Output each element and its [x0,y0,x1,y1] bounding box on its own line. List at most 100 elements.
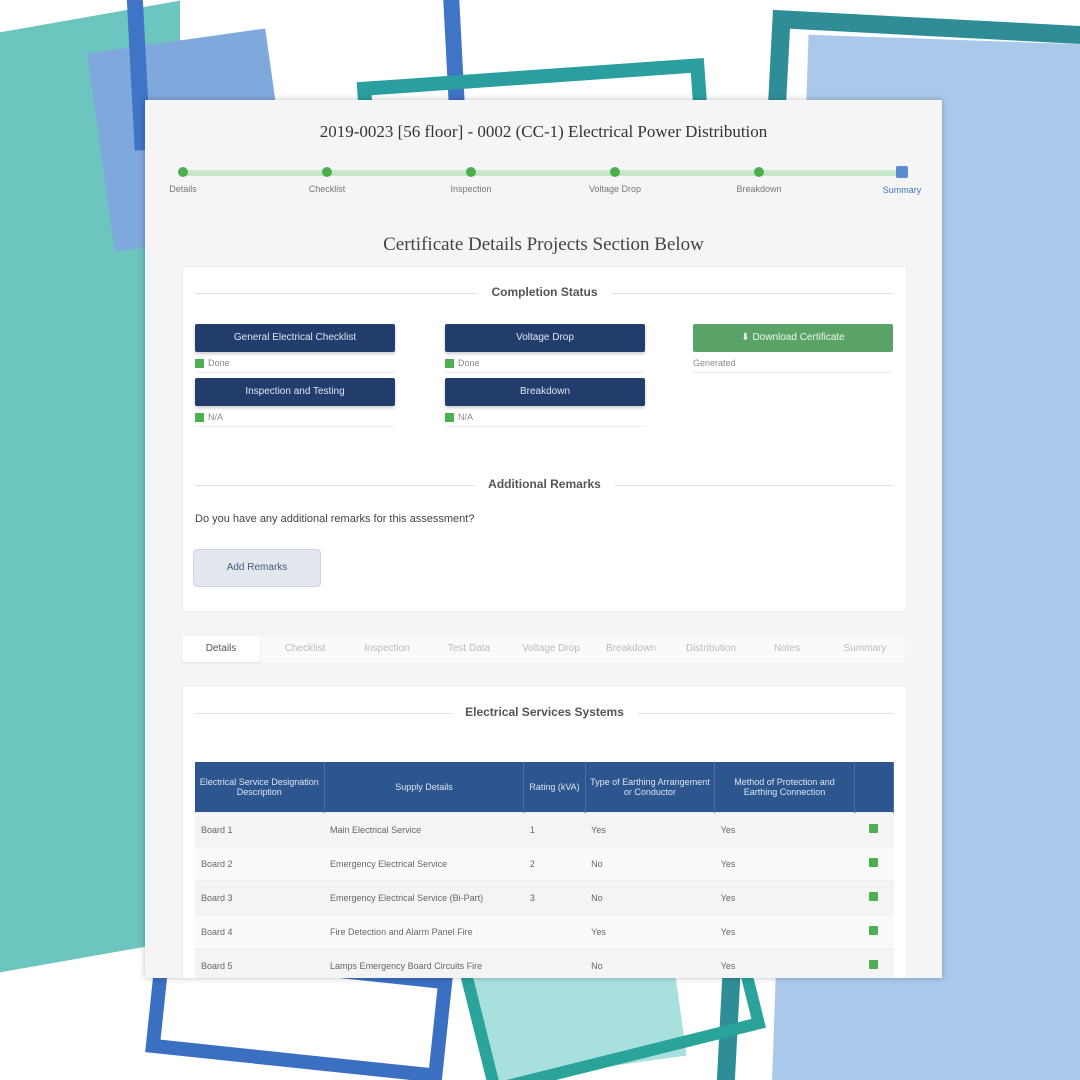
step-inspection[interactable]: Inspection [431,162,511,194]
table-row[interactable]: Board 2 Emergency Electrical Service 2 N… [195,846,894,881]
completion-status-divider: Completion Status [195,285,894,301]
cell-supply: Emergency Electrical Service (Bi-Part) [324,880,524,915]
add-remarks-button[interactable]: Add Remarks [193,549,321,587]
check-icon [869,858,879,867]
download-icon: ⬇ [741,332,753,343]
step-complete-icon [610,167,620,177]
tab-inspection[interactable]: Inspection [348,636,426,662]
additional-remarks-title: Additional Remarks [474,477,615,491]
step-breakdown[interactable]: Breakdown [719,162,799,194]
tab-test-data[interactable]: Test Data [430,636,508,662]
cell-protection: Yes [714,914,855,949]
cell-status [854,812,894,847]
check-icon [869,960,879,969]
tab-breakdown[interactable]: Breakdown [592,636,670,662]
table-row[interactable]: Board 4 Fire Detection and Alarm Panel F… [195,914,894,949]
column-header-actions [854,762,895,813]
voltage-drop-status: Done [445,354,645,373]
column-header[interactable]: Method of Protection and Earthing Connec… [714,762,855,813]
cell-earthing: Yes [585,812,715,847]
tab-details[interactable]: Details [182,636,260,662]
cell-status [854,880,894,915]
tab-notes[interactable]: Notes [752,636,822,662]
cell-supply: Main Electrical Service [324,812,524,847]
cell-protection: Yes [714,812,855,847]
download-label: Download Certificate [752,332,845,343]
status-text: N/A [458,412,474,422]
progress-stepper: Details Checklist Inspection Voltage Dro… [169,162,921,202]
section-heading: Certificate Details Projects Section Bel… [383,234,704,255]
tab-summary[interactable]: Summary [828,636,902,662]
summary-card: Completion Status General Electrical Che… [182,266,907,612]
cell-rating: 2 [523,846,586,881]
step-complete-icon [466,167,476,177]
cell-supply: Fire Detection and Alarm Panel Fire [324,914,524,949]
cell-rating [523,948,586,978]
check-icon [445,413,454,423]
check-icon [445,359,454,369]
systems-divider: Electrical Services Systems [195,705,894,721]
cell-rating [523,914,586,949]
step-label: Details [169,184,197,194]
app-window: 2019-0023 [56 floor] - 0002 (CC-1) Elect… [145,100,942,978]
cell-designation: Board 4 [195,914,325,949]
table-row[interactable]: Board 3 Emergency Electrical Service (Bi… [195,880,894,915]
voltage-drop-button[interactable]: Voltage Drop [445,324,645,352]
step-label: Inspection [450,184,492,194]
status-text: Done [458,358,480,368]
cell-supply: Lamps Emergency Board Circuits Fire [324,948,524,978]
additional-remarks-divider: Additional Remarks [195,477,894,493]
table-row[interactable]: Board 5 Lamps Emergency Board Circuits F… [195,948,894,978]
check-icon [195,359,204,369]
check-icon [869,892,879,901]
tab-voltage-drop[interactable]: Voltage Drop [512,636,590,662]
inspection-testing-status: N/A [195,408,395,427]
cell-earthing: No [585,880,715,915]
inspection-testing-button[interactable]: Inspection and Testing [195,378,395,406]
remarks-question: Do you have any additional remarks for t… [195,513,475,525]
status-text: Generated [693,358,736,368]
cell-status [854,846,894,881]
check-icon [195,413,204,423]
step-label: Breakdown [736,184,782,194]
breakdown-button[interactable]: Breakdown [445,378,645,406]
column-header[interactable]: Supply Details [324,762,525,813]
check-icon [869,926,879,935]
completion-status-title: Completion Status [477,285,612,299]
cell-designation: Board 2 [195,846,325,881]
column-header[interactable]: Electrical Service Designation Descripti… [195,762,325,813]
cell-status [854,914,894,949]
step-label: Voltage Drop [588,184,642,194]
cell-earthing: No [585,948,715,978]
column-header[interactable]: Rating (kVA) [523,762,586,813]
general-checklist-button[interactable]: General Electrical Checklist [195,324,395,352]
step-summary[interactable]: Summary [862,162,942,195]
cell-earthing: No [585,846,715,881]
cell-rating: 1 [523,812,586,847]
download-status: Generated [693,354,893,373]
step-voltage-drop[interactable]: Voltage Drop [575,162,655,194]
systems-table: Electrical Service Designation Descripti… [195,762,895,978]
table-header-row: Electrical Service Designation Descripti… [195,762,895,813]
systems-title: Electrical Services Systems [451,705,638,719]
table-row[interactable]: Board 1 Main Electrical Service 1 Yes Ye… [195,812,894,847]
status-text: Done [208,358,230,368]
download-certificate-button[interactable]: ⬇ Download Certificate [693,324,893,352]
cell-designation: Board 3 [195,880,325,915]
breakdown-status: N/A [445,408,645,427]
step-complete-icon [322,167,332,177]
cell-protection: Yes [714,880,855,915]
check-icon [869,824,879,833]
tab-distribution[interactable]: Distribution [672,636,750,662]
cell-supply: Emergency Electrical Service [324,846,524,881]
cell-status [854,948,894,978]
cell-designation: Board 1 [195,812,325,847]
tab-checklist[interactable]: Checklist [266,636,344,662]
step-current-icon [896,166,908,178]
cell-protection: Yes [714,846,855,881]
step-complete-icon [754,167,764,177]
step-details[interactable]: Details [145,162,223,194]
step-checklist[interactable]: Checklist [287,162,367,194]
column-header[interactable]: Type of Earthing Arrangement or Conducto… [585,762,716,813]
cell-protection: Yes [714,948,855,978]
